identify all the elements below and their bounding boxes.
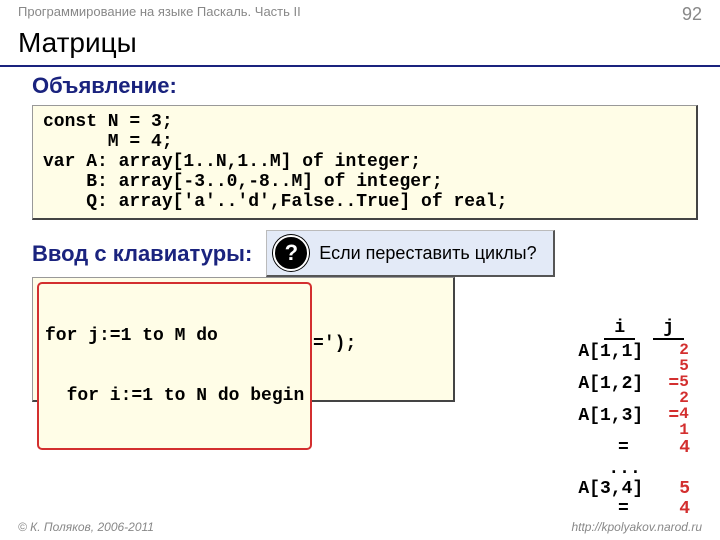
footer-url: http://kpolyakov.narod.ru: [571, 520, 702, 534]
course-label: Программирование на языке Паскаль. Часть…: [18, 4, 301, 25]
page-title: Матрицы: [0, 25, 720, 67]
out-val: 4: [679, 406, 689, 422]
code-line: for i:=1 to N do begin: [45, 386, 304, 406]
output-column: i j A[1,1] 25 A[1,2]=52 A[1,3]=41 = 4 ..…: [578, 318, 690, 520]
code-input: for j:=1 to M do for i:=1 to N do begin …: [32, 277, 455, 402]
label-j: j: [653, 318, 684, 340]
out-val: 4: [679, 499, 690, 520]
code-declaration: const N = 3; M = 4; var A: array[1..N,1.…: [32, 105, 698, 220]
question-text: Если переставить циклы?: [319, 243, 536, 264]
page-number: 92: [682, 4, 702, 25]
out-lhs: A[1,2]: [578, 374, 668, 395]
code-line: for j:=1 to M do: [45, 326, 304, 346]
out-eq: =: [668, 406, 679, 427]
out-val: 2: [679, 390, 689, 406]
out-val: 4: [679, 438, 690, 459]
out-val: 5: [679, 374, 689, 390]
out-dots: ...: [608, 459, 690, 479]
out-val: 2: [679, 342, 689, 358]
label-i: i: [604, 318, 635, 340]
code-line: B: array[-3..0,-8..M] of integer;: [43, 172, 686, 192]
question-icon: ?: [273, 235, 309, 271]
code-line: const N = 3;: [43, 112, 686, 132]
out-lhs: =: [578, 499, 668, 520]
out-lhs: A[3,4]: [578, 479, 668, 500]
code-line: var A: array[1..N,1..M] of integer;: [43, 152, 686, 172]
out-lhs: A[1,3]: [578, 406, 668, 427]
section-input: Ввод с клавиатуры:: [32, 241, 252, 267]
out-lhs: =: [578, 438, 668, 459]
code-highlight: for j:=1 to M do for i:=1 to N do begin: [37, 282, 312, 450]
question-callout: ? Если переставить циклы?: [266, 230, 554, 277]
out-lhs: A[1,1]: [578, 342, 668, 363]
code-line: M = 4;: [43, 132, 686, 152]
footer-copyright: © К. Поляков, 2006-2011: [18, 520, 154, 534]
out-val: 5: [679, 358, 689, 374]
section-declaration: Объявление:: [32, 73, 698, 99]
out-eq: =: [668, 374, 679, 395]
out-val: 5: [679, 479, 690, 500]
code-line: Q: array['a'..'d',False..True] of real;: [43, 192, 686, 212]
out-val: 1: [679, 422, 689, 438]
